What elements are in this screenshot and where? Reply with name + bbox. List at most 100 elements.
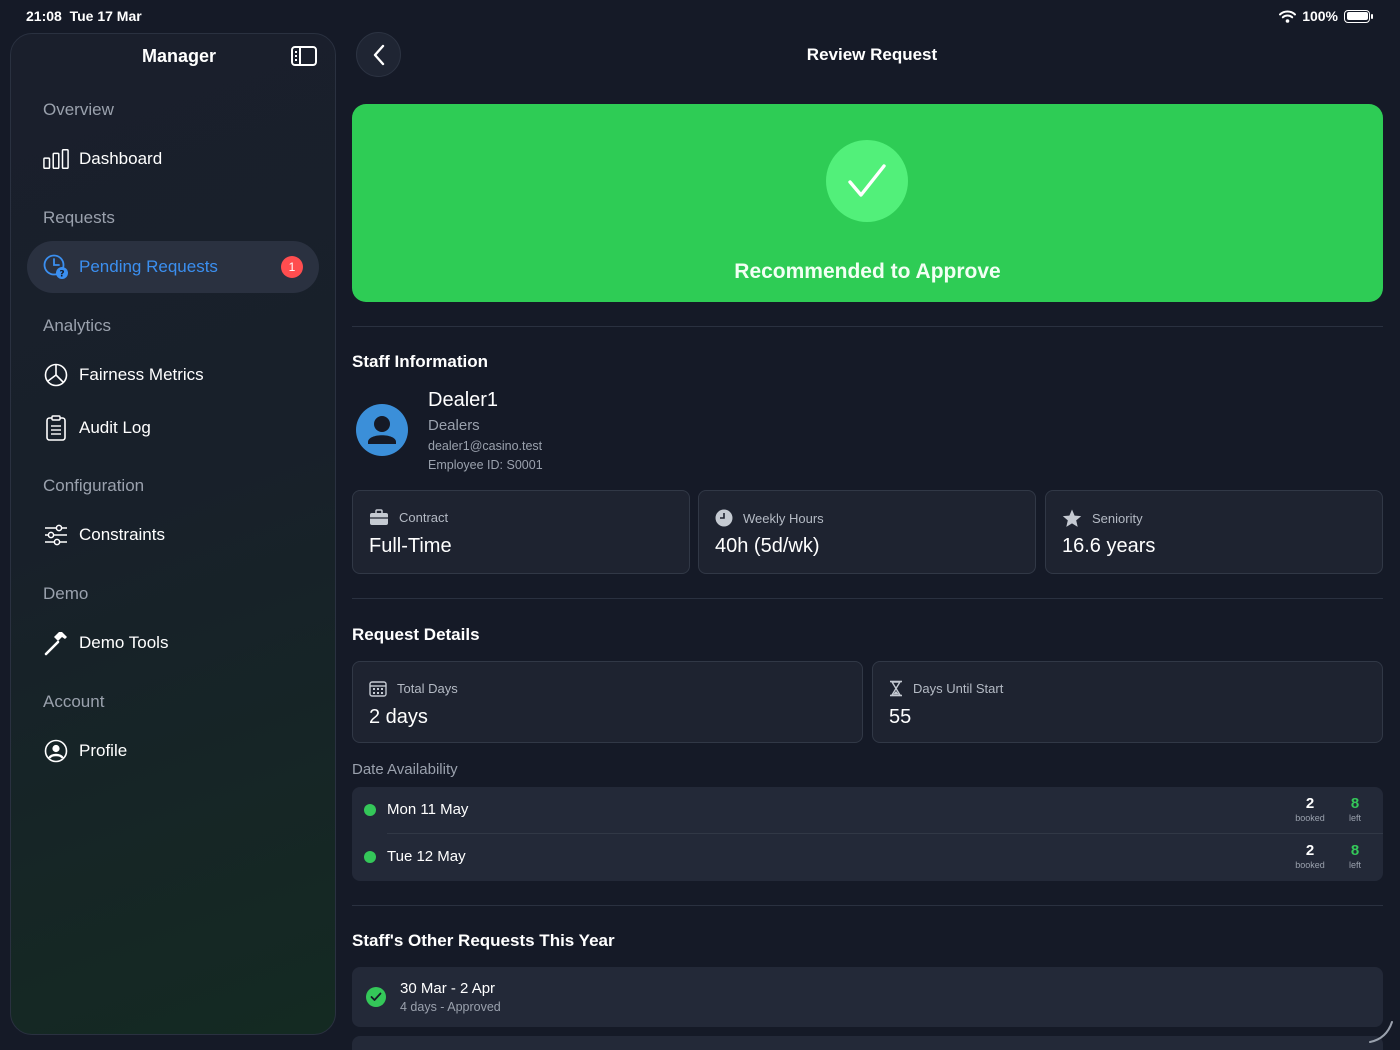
sidebar-item-label: Demo Tools (79, 633, 169, 652)
section-configuration: Configuration (43, 476, 145, 495)
recommendation-banner: Recommended to Approve (352, 104, 1383, 302)
booked-stat: 2 booked (1290, 795, 1330, 823)
other-requests-title: Staff's Other Requests This Year (352, 931, 615, 950)
clock-question-icon: ? (43, 254, 69, 280)
sidebar-item-fairness-metrics[interactable]: Fairness Metrics (27, 349, 319, 401)
availability-row: Mon 11 May 2 booked 8 left (352, 787, 1383, 834)
days-until-start-card: Days Until Start 55 (872, 661, 1383, 743)
booked-count: 2 (1305, 842, 1315, 859)
staff-department: Dealers (428, 417, 480, 434)
user-circle-icon (43, 738, 69, 764)
star-icon (1062, 509, 1082, 527)
section-requests: Requests (43, 208, 115, 227)
days-until-start-value: 55 (889, 706, 912, 728)
left-stat: 8 left (1335, 842, 1375, 870)
hammer-icon (43, 630, 69, 656)
contract-label: Contract (369, 509, 448, 526)
booked-stat: 2 booked (1290, 842, 1330, 870)
date-availability-label: Date Availability (352, 761, 458, 778)
sidebar-title: Manager (141, 46, 217, 66)
pending-count-badge: 1 (281, 256, 303, 278)
total-days-label-text: Total Days (397, 681, 458, 696)
status-indicators: 100% (1279, 8, 1373, 24)
clock-icon (715, 509, 733, 527)
section-analytics: Analytics (43, 316, 112, 335)
status-time: 21:08 Tue 17 Mar (26, 8, 142, 24)
status-clock: 21:08 (26, 8, 62, 24)
sidebar-item-demo-tools[interactable]: Demo Tools (27, 617, 319, 669)
weekly-hours-label: Weekly Hours (715, 509, 824, 527)
check-circle-icon (366, 987, 386, 1007)
booked-count: 2 (1305, 795, 1315, 812)
briefcase-icon (370, 509, 388, 525)
page-title: Review Request (806, 45, 938, 64)
left-label: left (1348, 813, 1361, 823)
clipboard-icon (43, 415, 69, 441)
days-until-start-label: Days Until Start (889, 680, 1003, 697)
left-count: 8 (1350, 842, 1360, 859)
left-count: 8 (1350, 795, 1360, 812)
booked-label: booked (1295, 860, 1325, 870)
other-request-summary: 4 days - Approved (400, 1000, 501, 1014)
checkmark-icon (826, 140, 908, 222)
status-dot (364, 851, 376, 863)
calendar-icon (369, 681, 387, 697)
seniority-card: Seniority 16.6 years (1045, 490, 1383, 574)
wifi-icon (1279, 10, 1297, 23)
request-details-title: Request Details (352, 625, 480, 644)
staff-email: dealer1@casino.test (428, 439, 543, 453)
availability-date: Mon 11 May (387, 801, 469, 818)
booked-label: booked (1295, 813, 1325, 823)
sidebar-item-label: Audit Log (79, 418, 151, 437)
divider (352, 905, 1383, 906)
days-until-start-label-text: Days Until Start (913, 681, 1004, 696)
sidebar-item-label: Constraints (79, 525, 165, 544)
svg-text:?: ? (59, 270, 64, 280)
status-bar: 21:08 Tue 17 Mar 100% (0, 0, 1400, 34)
sidebar-item-pending-requests[interactable]: ? Pending Requests 1 (27, 241, 319, 293)
staff-info-title: Staff Information (352, 352, 488, 371)
other-request-item[interactable]: 30 Mar - 2 Apr 4 days - Approved (352, 967, 1383, 1027)
other-request-dates: 30 Mar - 2 Apr (400, 980, 496, 997)
staff-employee-id: Employee ID: S0001 (428, 458, 543, 472)
weekly-hours-value: 40h (5d/wk) (715, 535, 820, 557)
total-days-value: 2 days (369, 706, 428, 728)
seniority-label-text: Seniority (1092, 511, 1143, 526)
status-dot (364, 804, 376, 816)
sidebar-item-constraints[interactable]: Constraints (27, 509, 319, 561)
battery-percent: 100% (1302, 8, 1338, 24)
pie-chart-icon (43, 362, 69, 388)
sidebar: Manager Overview Dashboard Requests ? Pe… (10, 33, 336, 1035)
battery-icon (1344, 9, 1373, 23)
seniority-label: Seniority (1062, 509, 1143, 528)
divider (352, 326, 1383, 327)
left-stat: 8 left (1335, 795, 1375, 823)
sidebar-item-label: Dashboard (79, 149, 163, 168)
other-request-item[interactable] (352, 1036, 1383, 1050)
resize-handle-icon (1369, 1021, 1393, 1043)
weekly-hours-label-text: Weekly Hours (743, 510, 824, 526)
sidebar-item-label: Pending Requests (79, 257, 218, 276)
sidebar-item-dashboard[interactable]: Dashboard (27, 133, 319, 185)
status-date: Tue 17 Mar (69, 8, 142, 24)
bar-chart-icon (43, 146, 69, 172)
availability-date: Tue 12 May (387, 848, 466, 865)
hourglass-icon (890, 680, 902, 697)
section-overview: Overview (43, 100, 114, 119)
recommendation-text: Recommended to Approve (734, 260, 1001, 283)
seniority-value: 16.6 years (1062, 535, 1156, 557)
sidebar-item-profile[interactable]: Profile (27, 725, 319, 777)
availability-row: Tue 12 May 2 booked 8 left (352, 834, 1383, 881)
person-icon (368, 416, 396, 444)
avatar (356, 404, 408, 456)
sidebar-toggle-icon[interactable] (291, 46, 317, 66)
contract-value: Full-Time (369, 535, 452, 557)
sidebar-item-label: Profile (79, 741, 128, 760)
section-demo: Demo (43, 584, 89, 603)
divider (352, 598, 1383, 599)
section-account: Account (43, 692, 105, 711)
sidebar-item-audit-log[interactable]: Audit Log (27, 402, 319, 454)
weekly-hours-card: Weekly Hours 40h (5d/wk) (698, 490, 1036, 574)
contract-card: Contract Full-Time (352, 490, 690, 574)
left-label: left (1348, 860, 1361, 870)
